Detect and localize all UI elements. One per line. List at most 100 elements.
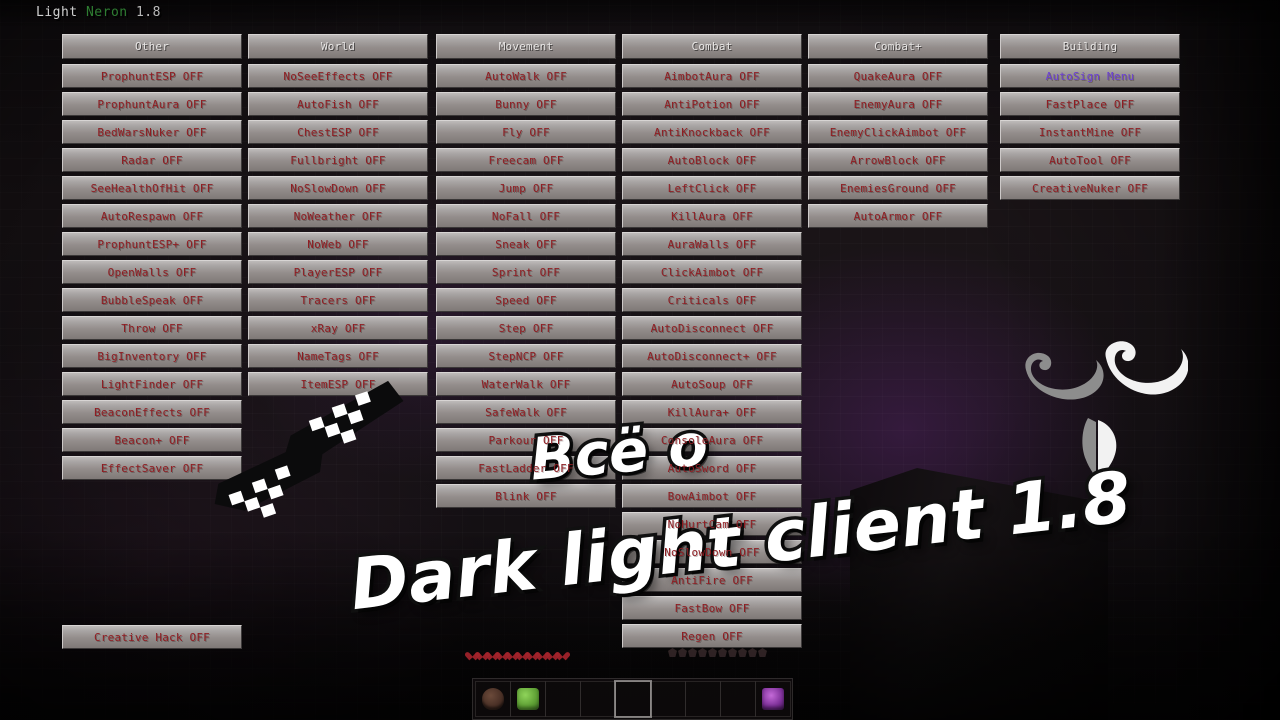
- module-button[interactable]: AutoSign Menu: [1000, 64, 1180, 88]
- category-header[interactable]: World: [248, 34, 428, 59]
- module-category-combat-plus: Combat+ QuakeAura OFF EnemyAura OFF EnemyCl…: [808, 34, 988, 232]
- module-button[interactable]: AutoDisconnect+ OFF: [622, 344, 802, 368]
- module-button[interactable]: StepNCP OFF: [436, 344, 616, 368]
- module-button[interactable]: QuakeAura OFF: [808, 64, 988, 88]
- hotbar-slot-5[interactable]: [614, 680, 652, 718]
- module-label: EnemiesGround OFF: [840, 181, 956, 195]
- hotbar-slot-7[interactable]: [685, 681, 721, 717]
- module-button[interactable]: xRay OFF: [248, 316, 428, 340]
- module-button[interactable]: Freecam OFF: [436, 148, 616, 172]
- module-button[interactable]: Tracers OFF: [248, 288, 428, 312]
- standalone-module-group: Creative Hack OFF: [62, 625, 242, 653]
- module-button[interactable]: NameTags OFF: [248, 344, 428, 368]
- module-button[interactable]: ArrowBlock OFF: [808, 148, 988, 172]
- module-label: AutoSoup OFF: [671, 377, 753, 391]
- module-button[interactable]: Radar OFF: [62, 148, 242, 172]
- module-label: xRay OFF: [310, 321, 366, 335]
- module-button[interactable]: Fly OFF: [436, 120, 616, 144]
- module-button[interactable]: Throw OFF: [62, 316, 242, 340]
- module-button[interactable]: LightFinder OFF: [62, 372, 242, 396]
- module-button[interactable]: EnemyClickAimbot OFF: [808, 120, 988, 144]
- module-button-creative-hack[interactable]: Creative Hack OFF: [62, 625, 242, 649]
- module-button[interactable]: OpenWalls OFF: [62, 260, 242, 284]
- hotbar-slot-4[interactable]: [580, 681, 616, 717]
- module-label: AutoFish OFF: [297, 97, 379, 111]
- module-button[interactable]: FastPlace OFF: [1000, 92, 1180, 116]
- module-button[interactable]: AutoTool OFF: [1000, 148, 1180, 172]
- module-button[interactable]: NoFall OFF: [436, 204, 616, 228]
- module-button[interactable]: Fullbright OFF: [248, 148, 428, 172]
- category-header[interactable]: Other: [62, 34, 242, 59]
- module-label: Fly OFF: [502, 125, 550, 139]
- module-label: Freecam OFF: [488, 153, 564, 167]
- module-label: NoSlowDown OFF: [290, 181, 386, 195]
- module-button[interactable]: Sprint OFF: [436, 260, 616, 284]
- module-button[interactable]: PlayerESP OFF: [248, 260, 428, 284]
- hotbar[interactable]: [472, 678, 793, 720]
- category-header-label: Other: [134, 40, 170, 53]
- module-button[interactable]: Step OFF: [436, 316, 616, 340]
- module-button[interactable]: EnemyAura OFF: [808, 92, 988, 116]
- module-button[interactable]: BeaconEffects OFF: [62, 400, 242, 424]
- category-header[interactable]: Combat: [622, 34, 802, 59]
- bowl-item: [482, 688, 504, 710]
- module-button[interactable]: BigInventory OFF: [62, 344, 242, 368]
- module-button[interactable]: AntiPotion OFF: [622, 92, 802, 116]
- heart-icon: [558, 648, 567, 657]
- module-button[interactable]: ProphuntESP+ OFF: [62, 232, 242, 256]
- module-label: Speed OFF: [495, 293, 557, 307]
- hotbar-slot-6[interactable]: [650, 681, 686, 717]
- module-button[interactable]: Speed OFF: [436, 288, 616, 312]
- module-label: AutoBlock OFF: [667, 153, 757, 167]
- module-button[interactable]: Sneak OFF: [436, 232, 616, 256]
- module-button[interactable]: Regen OFF: [622, 624, 802, 648]
- armor-icon: [718, 648, 727, 657]
- module-button[interactable]: SeeHealthOfHit OFF: [62, 176, 242, 200]
- hotbar-slot-1[interactable]: [475, 681, 511, 717]
- module-button[interactable]: WaterWalk OFF: [436, 372, 616, 396]
- module-button[interactable]: NoWeb OFF: [248, 232, 428, 256]
- hotbar-slot-8[interactable]: [720, 681, 756, 717]
- module-button[interactable]: LeftClick OFF: [622, 176, 802, 200]
- module-button[interactable]: ClickAimbot OFF: [622, 260, 802, 284]
- module-button[interactable]: NoSlowDown OFF: [248, 176, 428, 200]
- module-button[interactable]: BedWarsNuker OFF: [62, 120, 242, 144]
- module-button[interactable]: AutoArmor OFF: [808, 204, 988, 228]
- module-button[interactable]: NoWeather OFF: [248, 204, 428, 228]
- module-button[interactable]: KillAura OFF: [622, 204, 802, 228]
- module-button[interactable]: AutoFish OFF: [248, 92, 428, 116]
- hotbar-slot-3[interactable]: [545, 681, 581, 717]
- category-header[interactable]: Combat+: [808, 34, 988, 59]
- module-button[interactable]: InstantMine OFF: [1000, 120, 1180, 144]
- module-button[interactable]: NoSeeEffects OFF: [248, 64, 428, 88]
- module-button[interactable]: AutoBlock OFF: [622, 148, 802, 172]
- module-button[interactable]: AutoRespawn OFF: [62, 204, 242, 228]
- module-label: Jump OFF: [498, 181, 554, 195]
- module-label: NameTags OFF: [297, 349, 379, 363]
- module-button[interactable]: CreativeNuker OFF: [1000, 176, 1180, 200]
- module-label: AntiKnockback OFF: [654, 125, 770, 139]
- category-header[interactable]: Movement: [436, 34, 616, 59]
- hotbar-slot-9[interactable]: [755, 681, 791, 717]
- module-button[interactable]: ChestESP OFF: [248, 120, 428, 144]
- module-label: Regen OFF: [681, 629, 743, 643]
- module-button[interactable]: AntiKnockback OFF: [622, 120, 802, 144]
- module-button[interactable]: AuraWalls OFF: [622, 232, 802, 256]
- module-button[interactable]: ProphuntESP OFF: [62, 64, 242, 88]
- module-button[interactable]: Jump OFF: [436, 176, 616, 200]
- module-button[interactable]: AimbotAura OFF: [622, 64, 802, 88]
- module-button[interactable]: BubbleSpeak OFF: [62, 288, 242, 312]
- module-label: ConsoleAura OFF: [660, 433, 764, 447]
- module-button[interactable]: AutoWalk OFF: [436, 64, 616, 88]
- module-button[interactable]: AutoDisconnect OFF: [622, 316, 802, 340]
- module-button[interactable]: AutoSoup OFF: [622, 372, 802, 396]
- module-button[interactable]: ProphuntAura OFF: [62, 92, 242, 116]
- module-button[interactable]: Bunny OFF: [436, 92, 616, 116]
- category-header[interactable]: Building: [1000, 34, 1180, 59]
- module-label: StepNCP OFF: [488, 349, 564, 363]
- module-button[interactable]: FastBow OFF: [622, 596, 802, 620]
- hotbar-slot-2[interactable]: [510, 681, 546, 717]
- module-label: PlayerESP OFF: [293, 265, 383, 279]
- module-button[interactable]: EnemiesGround OFF: [808, 176, 988, 200]
- module-button[interactable]: Criticals OFF: [622, 288, 802, 312]
